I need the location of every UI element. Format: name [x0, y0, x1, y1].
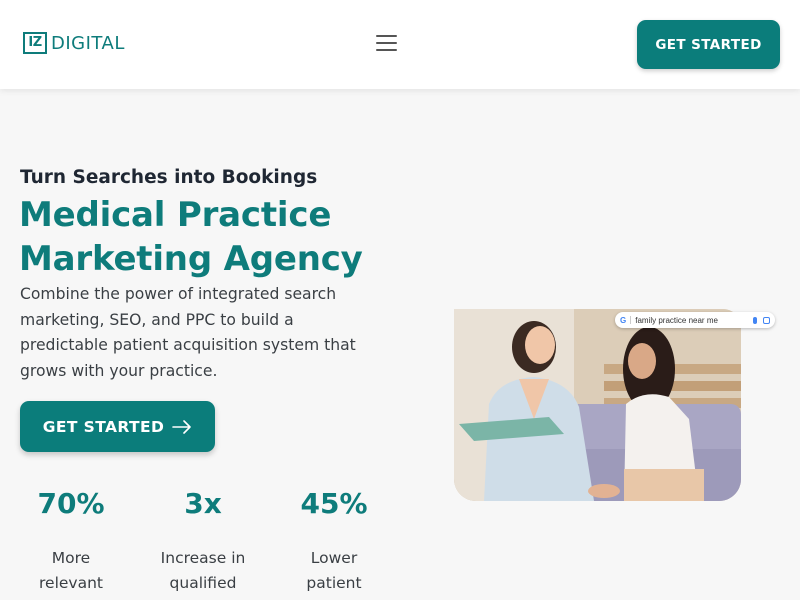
- hero-photo: [454, 309, 741, 501]
- stat-item: 3x Increase in qualified: [143, 486, 263, 596]
- hero-eyebrow: Turn Searches into Bookings: [20, 167, 318, 188]
- hero-get-started-button[interactable]: GET STARTED: [20, 401, 215, 452]
- camera-lens-icon: [763, 316, 770, 324]
- hero-headline-line: Marketing Agency: [19, 239, 363, 279]
- hero-lead: Combine the power of integrated search m…: [20, 282, 380, 384]
- hero-cta-label: GET STARTED: [42, 417, 165, 436]
- microphone-icon: [753, 316, 757, 324]
- search-query-text: family practice near me: [635, 315, 718, 325]
- search-bar-overlay: G family practice near me: [615, 312, 775, 328]
- header-get-started-button[interactable]: GET STARTED: [637, 20, 780, 69]
- logo[interactable]: IZ DIGITAL: [23, 32, 125, 54]
- google-g-icon: G: [620, 315, 627, 325]
- stat-label-line: More: [51, 549, 91, 567]
- hamburger-menu-icon[interactable]: [376, 35, 397, 51]
- stat-label-line: Increase in: [160, 549, 246, 567]
- stat-label-line: relevant: [39, 574, 103, 592]
- logo-text: DIGITAL: [51, 32, 125, 54]
- doctor-patient-illustration: [454, 309, 741, 501]
- hero-headline-line: Medical Practice: [19, 195, 332, 235]
- hero-lead-line: predictable patient acquisition system t…: [20, 336, 356, 354]
- stat-value: 3x: [184, 487, 222, 520]
- stat-value: 70%: [37, 487, 105, 520]
- site-header: IZ DIGITAL GET STARTED: [0, 0, 800, 89]
- stat-label: More relevant: [11, 546, 131, 596]
- stat-label: Lower patient: [274, 546, 394, 596]
- stat-label: Increase in qualified: [143, 546, 263, 596]
- logo-mark: IZ: [23, 32, 47, 54]
- divider: [630, 316, 632, 324]
- stat-label-line: Lower: [310, 549, 358, 567]
- hero-lead-line: Combine the power of integrated search: [20, 285, 337, 303]
- hero-lead-line: grows with your practice.: [20, 361, 218, 380]
- hero-lead-line: marketing, SEO, and PPC to build a: [20, 310, 294, 329]
- hero-headline: Medical Practice Marketing Agency: [19, 193, 419, 281]
- stat-item: 45% Lower patient: [274, 486, 394, 596]
- stat-label-line: qualified: [169, 574, 237, 592]
- stat-value: 45%: [300, 487, 368, 520]
- stat-item: 70% More relevant: [11, 486, 131, 596]
- stat-label-line: patient: [306, 574, 362, 592]
- arrow-right-icon: [172, 419, 192, 434]
